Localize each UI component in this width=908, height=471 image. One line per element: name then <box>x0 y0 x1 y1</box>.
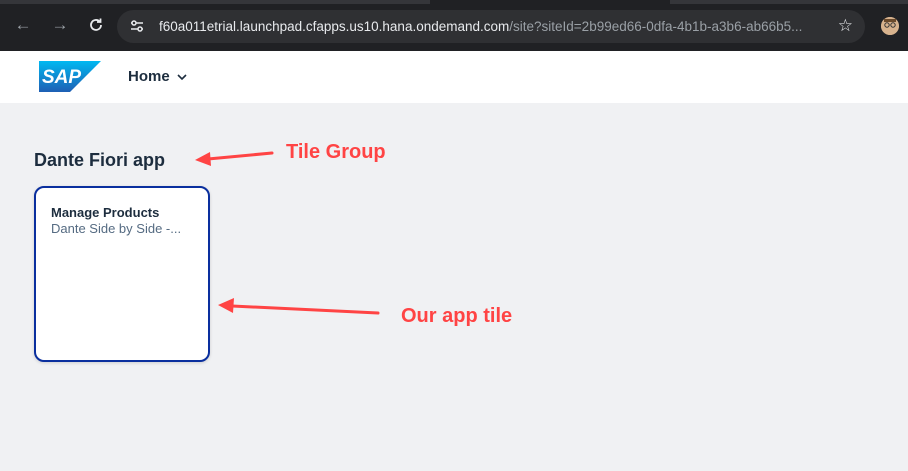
active-tab-edge[interactable] <box>430 0 670 4</box>
tune-icon[interactable] <box>129 18 145 34</box>
forward-button[interactable]: → <box>48 13 72 37</box>
back-button[interactable]: ← <box>11 13 35 37</box>
home-menu-label: Home <box>128 68 170 85</box>
url-text[interactable]: f60a011etrial.launchpad.cfapps.us10.hana… <box>159 19 819 34</box>
star-icon[interactable]: ☆ <box>838 16 853 36</box>
annotation-tile-group: Tile Group <box>286 141 386 163</box>
reload-icon <box>90 18 102 31</box>
browser-toolbar: ← → f60a011etrial.launchpad.cfapps.us10.… <box>0 0 908 51</box>
tile-group-title: Dante Fiori app <box>34 150 166 170</box>
url-host: f60a011etrial.launchpad.cfapps.us10.hana… <box>159 19 510 34</box>
url-path: /site?siteId=2b99ed66-0dfa-4b1b-a3b6-ab6… <box>509 19 803 34</box>
home-menu-button[interactable]: Home <box>128 68 188 85</box>
address-bar[interactable]: f60a011etrial.launchpad.cfapps.us10.hana… <box>117 10 865 43</box>
chevron-down-icon <box>177 73 187 80</box>
shell-bar: SAP Home <box>0 51 908 103</box>
reload-button[interactable] <box>84 13 108 37</box>
arrow-right-icon: → <box>51 15 69 34</box>
tile-subtitle: Dante Side by Side -... <box>51 221 182 236</box>
annotation-our-app-tile: Our app tile <box>401 305 513 327</box>
sap-logo-text: SAP <box>42 67 81 88</box>
app-tile-manage-products[interactable]: Manage Products Dante Side by Side -... <box>34 186 210 362</box>
arrow-tile-group <box>195 151 274 166</box>
avatar-face-icon <box>881 17 899 35</box>
arrow-left-icon: ← <box>14 15 32 34</box>
arrow-app-tile <box>218 298 380 315</box>
sap-logo[interactable]: SAP <box>39 61 101 92</box>
profile-avatar[interactable] <box>881 17 899 35</box>
tile-title: Manage Products <box>51 205 160 220</box>
